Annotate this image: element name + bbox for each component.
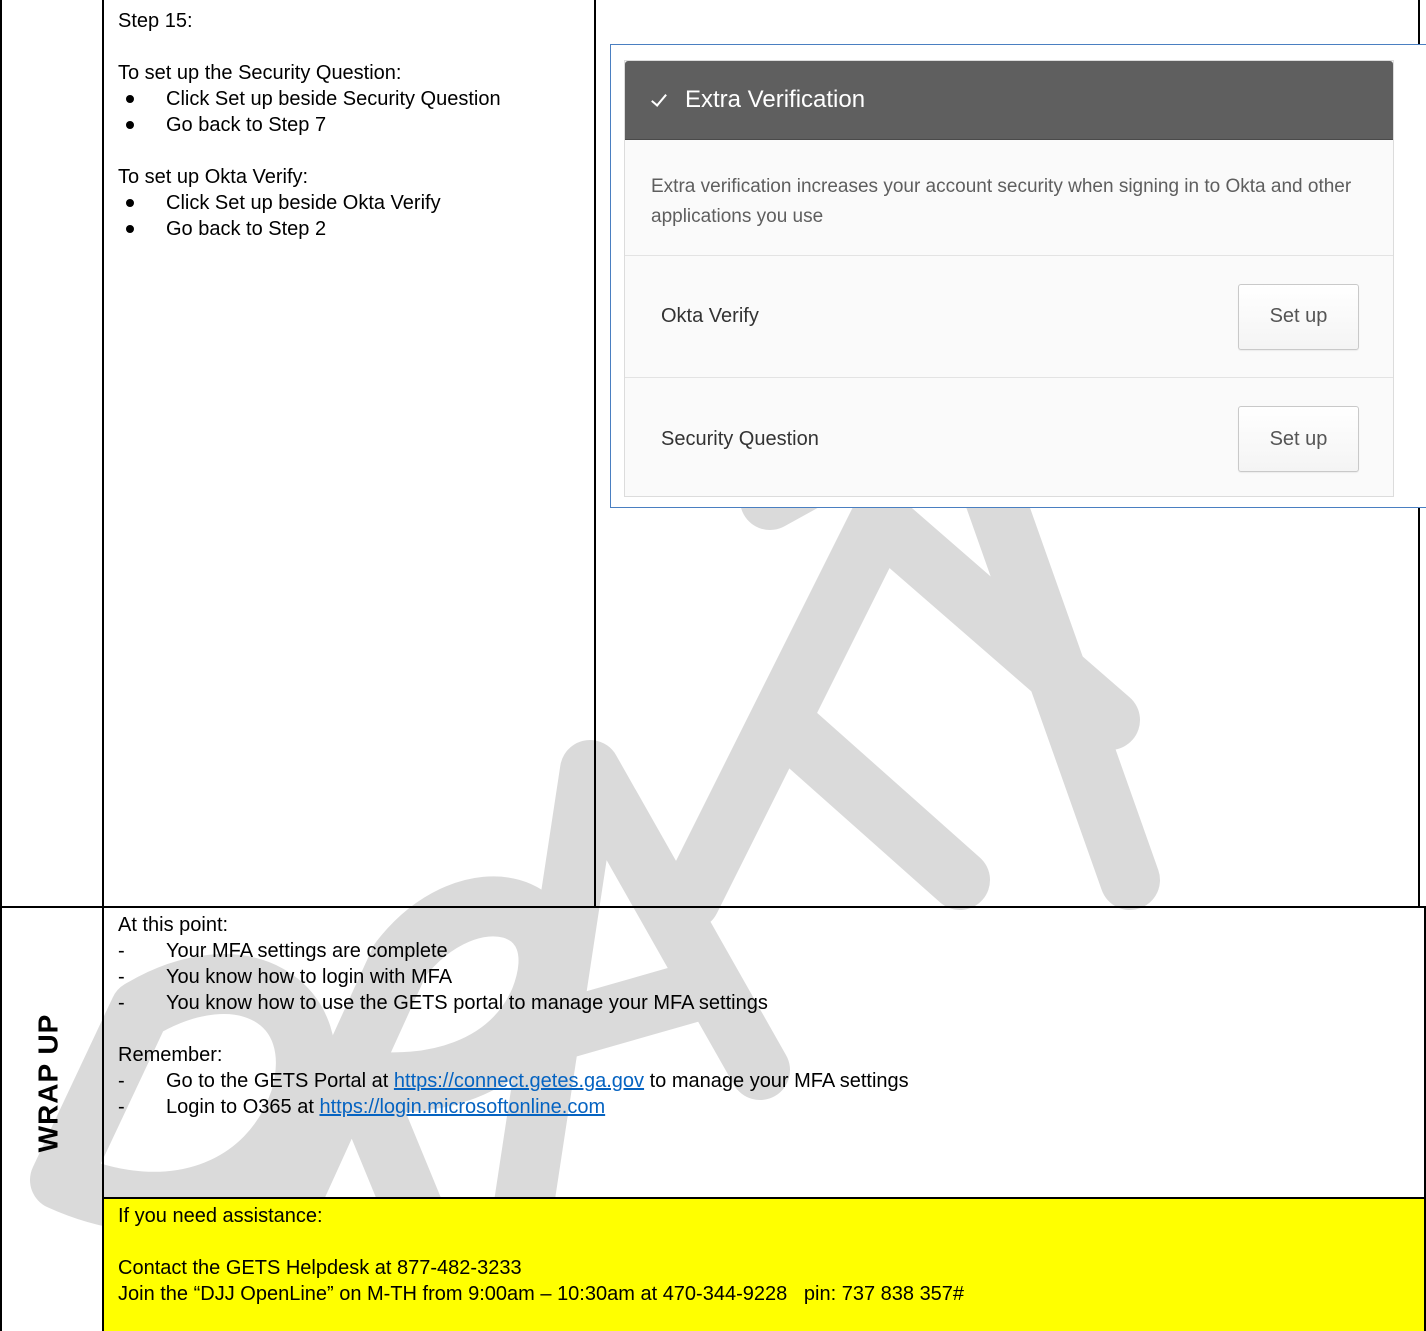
- list-item: Click Set up beside Okta Verify: [118, 190, 588, 216]
- list-item: You know how to login with MFA: [118, 964, 1408, 990]
- list-item: Go back to Step 7: [118, 112, 588, 138]
- extra-verification-card: Extra Verification Extra verification in…: [624, 60, 1394, 497]
- table-row-divider: [0, 906, 1426, 908]
- step-instructions: Step 15: To set up the Security Question…: [118, 8, 588, 242]
- okta-verify-steps: Click Set up beside Okta Verify Go back …: [118, 190, 588, 242]
- wrap-up-label: WRAP UP: [18, 968, 78, 1198]
- openline-info: Join the “DJJ OpenLine” on M-TH from 9:0…: [118, 1283, 965, 1305]
- wrap-up-content: At this point: Your MFA settings are com…: [118, 912, 1408, 1120]
- okta-screenshot-frame: Extra Verification Extra verification in…: [610, 44, 1426, 508]
- table-divider-label-column: [102, 0, 104, 1331]
- gets-portal-link[interactable]: https://connect.getes.ga.gov: [394, 1070, 644, 1092]
- table-border-left: [0, 0, 2, 1331]
- assistance-content: If you need assistance: Contact the GETS…: [118, 1203, 1418, 1307]
- extra-verification-title: Extra Verification: [685, 86, 866, 113]
- remember-list: Go to the GETS Portal at https://connect…: [118, 1068, 1408, 1120]
- list-item: You know how to use the GETS portal to m…: [118, 990, 1408, 1016]
- list-item: Login to O365 at https://login.microsoft…: [118, 1094, 1408, 1120]
- step-title: Step 15:: [118, 10, 193, 32]
- document-page: Step 15: To set up the Security Question…: [0, 0, 1426, 1331]
- remember-1-prefix: Go to the GETS Portal at: [166, 1070, 394, 1092]
- list-item: Your MFA settings are complete: [118, 938, 1408, 964]
- assistance-intro: If you need assistance:: [118, 1205, 323, 1227]
- remember-title: Remember:: [118, 1044, 223, 1066]
- extra-verification-description: Extra verification increases your accoun…: [625, 140, 1393, 256]
- table-divider-image-column: [594, 0, 596, 907]
- wrap-up-points: Your MFA settings are complete You know …: [118, 938, 1408, 1016]
- factor-row-security-question: Security Question Set up: [625, 378, 1393, 500]
- wrap-up-intro: At this point:: [118, 914, 229, 936]
- list-item: Go to the GETS Portal at https://connect…: [118, 1068, 1408, 1094]
- okta-verify-intro: To set up Okta Verify:: [118, 166, 309, 188]
- wrap-up-label-text: WRAP UP: [32, 1013, 63, 1153]
- security-question-steps: Click Set up beside Security Question Go…: [118, 86, 588, 138]
- o365-login-link[interactable]: https://login.microsoftonline.com: [319, 1096, 605, 1118]
- helpdesk-contact: Contact the GETS Helpdesk at 877-482-323…: [118, 1257, 522, 1279]
- watermark-letter-f: [660, 490, 1140, 930]
- remember-1-suffix: to manage your MFA settings: [644, 1070, 909, 1092]
- factor-name: Okta Verify: [661, 305, 759, 327]
- factor-row-okta-verify: Okta Verify Set up: [625, 256, 1393, 378]
- security-question-intro: To set up the Security Question:: [118, 62, 402, 84]
- table-assistance-divider: [104, 1197, 1426, 1199]
- check-icon: [651, 92, 667, 108]
- remember-2-prefix: Login to O365 at: [166, 1096, 320, 1118]
- extra-verification-header: Extra Verification: [625, 61, 1393, 140]
- factor-name: Security Question: [661, 427, 819, 450]
- list-item: Click Set up beside Security Question: [118, 86, 588, 112]
- list-item: Go back to Step 2: [118, 216, 588, 242]
- security-question-setup-button[interactable]: Set up: [1238, 406, 1359, 472]
- okta-verify-setup-button[interactable]: Set up: [1238, 283, 1359, 350]
